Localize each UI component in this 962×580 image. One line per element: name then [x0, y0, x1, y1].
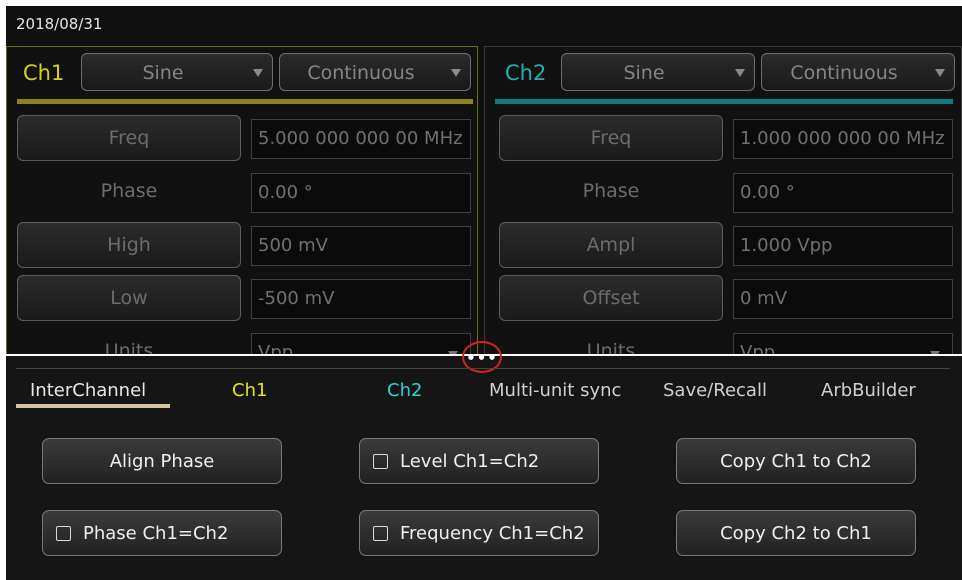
- frequency-ch1-ch2-checkbox[interactable]: Frequency Ch1=Ch2: [359, 510, 599, 556]
- ch1-waveform-value: Sine: [142, 62, 184, 84]
- date-display: 2018/08/31: [16, 15, 103, 33]
- ch2-panel: Ch2 Sine Continuous Freq 1.000 000 000 0…: [484, 46, 962, 366]
- ch2-color-bar: [495, 99, 953, 104]
- tab-multi-unit-sync[interactable]: Multi-unit sync: [489, 380, 621, 401]
- level-ch1-ch2-label: Level Ch1=Ch2: [400, 451, 540, 472]
- ch2-ampl-button[interactable]: Ampl: [499, 222, 723, 268]
- copy-ch1-to-ch2-label: Copy Ch1 to Ch2: [720, 451, 872, 472]
- active-tab-indicator: [16, 404, 170, 408]
- phase-ch1-ch2-checkbox[interactable]: Phase Ch1=Ch2: [42, 510, 282, 556]
- chevron-down-icon: [451, 69, 461, 77]
- ch2-label: Ch2: [505, 61, 547, 85]
- tab-ch1[interactable]: Ch1: [232, 380, 267, 401]
- align-phase-label: Align Phase: [109, 451, 215, 472]
- copy-ch2-to-ch1-label: Copy Ch2 to Ch1: [720, 523, 872, 544]
- tab-interchannel[interactable]: InterChannel: [30, 380, 146, 401]
- tab-arbbuilder[interactable]: ArbBuilder: [821, 380, 916, 401]
- copy-ch1-to-ch2-button[interactable]: Copy Ch1 to Ch2: [676, 438, 916, 484]
- ch1-waveform-dropdown[interactable]: Sine: [81, 53, 273, 91]
- copy-ch2-to-ch1-button[interactable]: Copy Ch2 to Ch1: [676, 510, 916, 556]
- frequency-ch1-ch2-label: Frequency Ch1=Ch2: [400, 523, 585, 544]
- tab-ch2[interactable]: Ch2: [387, 380, 422, 401]
- ch1-color-bar: [17, 99, 473, 104]
- ch1-phase-value[interactable]: 0.00 °: [251, 173, 471, 213]
- checkbox-icon: [373, 454, 388, 469]
- ch1-high-button[interactable]: High: [17, 222, 241, 268]
- ch1-low-button[interactable]: Low: [17, 275, 241, 321]
- ch2-waveform-dropdown[interactable]: Sine: [561, 53, 755, 91]
- ch1-label: Ch1: [23, 61, 65, 85]
- ch2-mode-value: Continuous: [790, 62, 898, 84]
- ch1-high-value[interactable]: 500 mV: [251, 226, 471, 266]
- bottom-drawer: ••• InterChannel Ch1 Ch2 Multi-unit sync…: [6, 341, 962, 580]
- tab-save-recall[interactable]: Save/Recall: [663, 380, 767, 401]
- checkbox-icon: [373, 526, 388, 541]
- ch2-phase-label: Phase: [582, 180, 640, 202]
- ch1-freq-value[interactable]: 5.000 000 000 00 MHz: [251, 119, 471, 159]
- ch2-offset-value[interactable]: 0 mV: [733, 279, 953, 319]
- tab-divider: [16, 368, 950, 369]
- ch1-freq-button[interactable]: Freq: [17, 115, 241, 161]
- chevron-down-icon: [935, 69, 945, 77]
- ch1-mode-dropdown[interactable]: Continuous: [279, 53, 471, 91]
- ch1-mode-value: Continuous: [307, 62, 415, 84]
- chevron-down-icon: [735, 69, 745, 77]
- screen: 2018/08/31 Ch1 Sine Continuous Freq 5.00…: [6, 6, 962, 580]
- checkbox-icon: [56, 526, 71, 541]
- ch1-low-value[interactable]: -500 mV: [251, 279, 471, 319]
- chevron-down-icon: [253, 69, 263, 77]
- ch2-phase-value[interactable]: 0.00 °: [733, 173, 953, 213]
- ch2-waveform-value: Sine: [623, 62, 665, 84]
- ch1-phase-label: Phase: [100, 180, 158, 202]
- ch2-freq-value[interactable]: 1.000 000 000 00 MHz: [733, 119, 953, 159]
- ch2-ampl-value[interactable]: 1.000 Vpp: [733, 226, 953, 266]
- more-dots-icon: •••: [466, 349, 498, 367]
- ch2-mode-dropdown[interactable]: Continuous: [761, 53, 955, 91]
- align-phase-button[interactable]: Align Phase: [42, 438, 282, 484]
- level-ch1-ch2-checkbox[interactable]: Level Ch1=Ch2: [359, 438, 599, 484]
- ch1-panel: Ch1 Sine Continuous Freq 5.000 000 000 0…: [6, 46, 478, 366]
- ch2-freq-button[interactable]: Freq: [499, 115, 723, 161]
- ch2-offset-button[interactable]: Offset: [499, 275, 723, 321]
- phase-ch1-ch2-label: Phase Ch1=Ch2: [83, 523, 229, 544]
